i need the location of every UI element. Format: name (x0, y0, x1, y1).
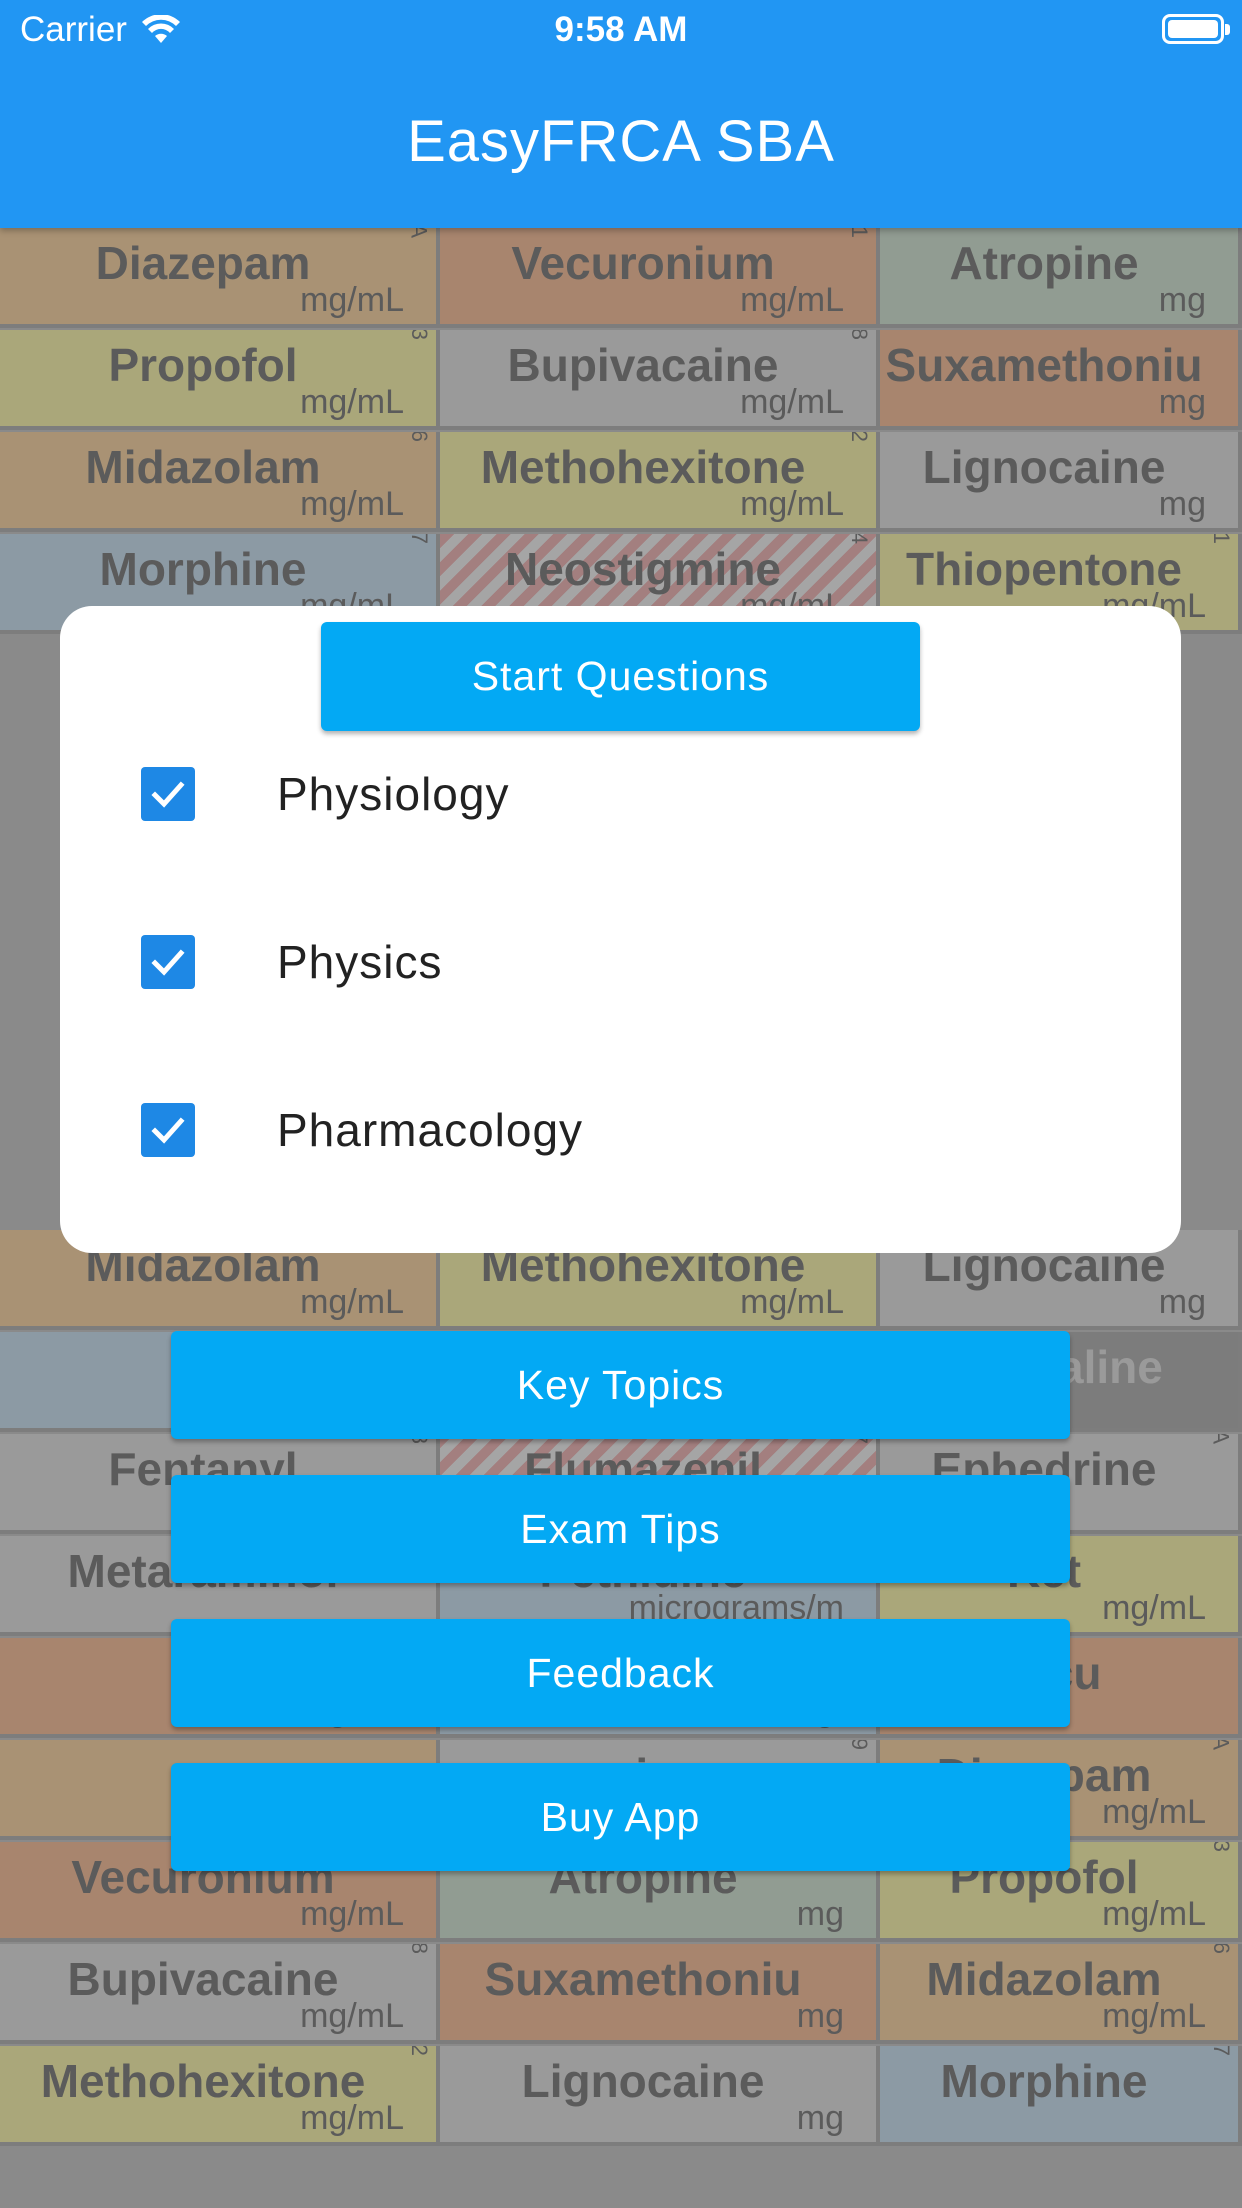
drug-unit: mg (1158, 485, 1206, 523)
drug-unit: mg/mL (1102, 1895, 1206, 1933)
drug-unit: mg/mL (300, 1997, 404, 2035)
drug-code: A3 (406, 330, 432, 340)
drug-code: A (1209, 1740, 1234, 1750)
drug-label: Bupivacainemg/mLA38 (440, 330, 880, 430)
option-label: Pharmacology (277, 1104, 584, 1156)
exam-tips-button[interactable]: Exam Tips (171, 1475, 1070, 1583)
drug-code: A6 (1208, 1944, 1234, 1954)
drug-label: Diazepammg/mLA (0, 228, 440, 328)
drug-name: Suxamethoniu (484, 1953, 802, 2005)
drug-unit: mg (1158, 383, 1206, 421)
drug-unit: mg/mL (300, 281, 404, 319)
start-questions-button[interactable]: Start Questions (321, 622, 920, 731)
drug-code: A39 (846, 1740, 872, 1750)
drug-unit: mg (796, 1997, 844, 2035)
drug-code: A14 (846, 534, 872, 544)
check-icon (151, 949, 185, 976)
option-physics[interactable]: Physics (60, 922, 1181, 1002)
drug-code: A38 (846, 330, 872, 340)
drug-code: A1 (846, 228, 872, 238)
option-pharmacology[interactable]: Pharmacology (60, 1090, 1181, 1170)
drug-code: A1 (1208, 534, 1234, 544)
drug-code: A2 (846, 432, 872, 442)
drug-unit: mg/mL (1102, 1997, 1206, 2035)
drug-code: A2 (406, 2046, 432, 2056)
drug-label: Lignocaine mg (880, 432, 1242, 532)
drug-code: A17 (406, 534, 432, 544)
drug-unit: mg/mL (740, 485, 844, 523)
drug-code: A (407, 228, 432, 238)
drug-name: Morphine (940, 2055, 1148, 2107)
physiology-checkbox[interactable] (141, 767, 195, 821)
drug-code: A (1209, 1434, 1234, 1444)
check-icon (151, 781, 185, 808)
key-topics-button[interactable]: Key Topics (171, 1331, 1070, 1439)
status-time: 9:58 AM (554, 10, 688, 49)
topic-selection-card: Start Questions Physiology Physics Pharm… (60, 606, 1181, 1253)
drug-unit: mg (1158, 1283, 1206, 1321)
drug-unit: mg (796, 1895, 844, 1933)
drug-label: Lignocaine mg (440, 2046, 880, 2146)
drug-unit: mg/mL (740, 383, 844, 421)
feedback-button[interactable]: Feedback (171, 1619, 1070, 1727)
drug-code: A38 (406, 1944, 432, 1954)
battery-icon (1162, 14, 1230, 44)
option-label: Physiology (277, 768, 510, 820)
drug-label: Methohexitonemg/mLA2 (440, 432, 880, 532)
option-label: Physics (277, 936, 443, 988)
top-bar: Carrier 9:58 AM EasyFRCA SBA (0, 0, 1242, 228)
drug-code: A17 (1208, 2046, 1234, 2056)
drug-unit: mg/mL (300, 383, 404, 421)
drug-unit: mg/mL (300, 1283, 404, 1321)
drug-label: Bupivacainemg/mLA38 (0, 1944, 440, 2044)
drug-label: Methohexitonemg/mLA2 (0, 2046, 440, 2146)
page-title: EasyFRCA SBA (407, 109, 835, 174)
drug-unit: mg/mL (1102, 1793, 1206, 1831)
pharmacology-checkbox[interactable] (141, 1103, 195, 1157)
drug-unit: mg/mL (300, 1895, 404, 1933)
drug-label: Suxamethoniu mg (880, 330, 1242, 430)
drug-unit: mg/mL (300, 2099, 404, 2137)
option-physiology[interactable]: Physiology (60, 754, 1181, 834)
drug-name: Lignocaine (521, 2055, 765, 2107)
drug-label: Midazolammg/mLA6 (0, 432, 440, 532)
buy-app-button[interactable]: Buy App (171, 1763, 1070, 1871)
drug-label: Suxamethoniu mg (440, 1944, 880, 2044)
drug-unit: mg (796, 2099, 844, 2137)
drug-label: Morphine A17 (880, 2046, 1242, 2146)
physics-checkbox[interactable] (141, 935, 195, 989)
drug-unit: mg/mL (300, 485, 404, 523)
drug-unit: mg/mL (1102, 1589, 1206, 1627)
drug-unit: mg (1158, 281, 1206, 319)
drug-label: Propofolmg/mLA3 (0, 330, 440, 430)
drug-code: A6 (406, 432, 432, 442)
drug-unit: mg/mL (740, 281, 844, 319)
drug-code: A3 (1208, 1842, 1234, 1852)
drug-label: Vecuroniummg/mLA1 (440, 228, 880, 328)
drug-label: Midazolammg/mLA6 (880, 1944, 1242, 2044)
drug-label: Atropine mg (880, 228, 1242, 328)
check-icon (151, 1117, 185, 1144)
drug-unit: mg/mL (740, 1283, 844, 1321)
